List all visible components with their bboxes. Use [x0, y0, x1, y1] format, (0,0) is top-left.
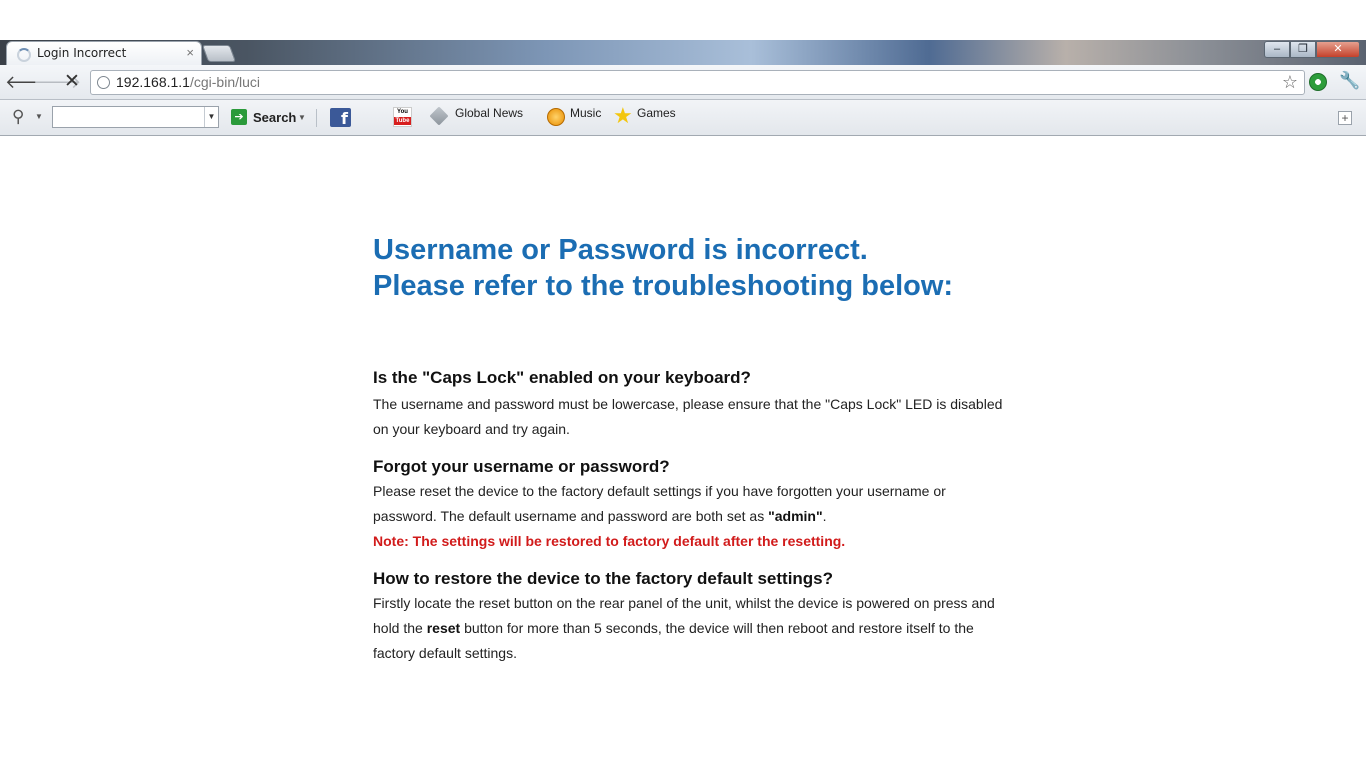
search-toolbar: ⚲ ▼ ▼ ➔ Search ▼ f You Tube Global News … [0, 100, 1366, 136]
toolbar-separator [316, 109, 317, 127]
answer-forgot-credentials: Please reset the device to the factory d… [373, 479, 1003, 529]
maximize-button[interactable]: ❐ [1290, 41, 1316, 58]
url-host: 192.168.1.1 [116, 74, 190, 90]
bookmark-music[interactable]: Music [570, 106, 601, 120]
page-content: Username or Password is incorrect. Pleas… [373, 232, 1003, 666]
bookmark-games[interactable]: Games [637, 106, 676, 120]
search-go-icon: ➔ [231, 109, 247, 125]
section-caps-lock: Is the "Caps Lock" enabled on your keybo… [373, 367, 1003, 442]
youtube-icon-text: You [397, 109, 408, 115]
chevron-down-icon[interactable]: ▼ [35, 112, 43, 121]
stop-button[interactable]: ✕ [61, 71, 83, 93]
question-forgot-credentials: Forgot your username or password? [373, 457, 670, 476]
search-icon[interactable]: ⚲ [12, 107, 24, 127]
search-button-label: Search [253, 110, 297, 125]
bookmark-star-icon[interactable]: ☆ [1282, 72, 1298, 93]
back-button[interactable]: 🡐 [5, 71, 53, 93]
page-info-icon[interactable] [97, 76, 110, 89]
window-controls: – ❐ ✕ [1264, 41, 1360, 59]
toolbar-add-button[interactable]: + [1338, 111, 1352, 125]
extension-icon[interactable] [1309, 73, 1327, 91]
section-forgot-credentials: Forgot your username or password? Please… [373, 456, 1003, 554]
bookmark-global-news[interactable]: Global News [455, 106, 523, 120]
chevron-down-icon: ▼ [298, 113, 306, 122]
games-star-icon: ★ [613, 103, 633, 128]
wrench-menu-icon[interactable]: 🔧 [1339, 71, 1360, 91]
answer-factory-reset: Firstly locate the reset button on the r… [373, 591, 1003, 666]
youtube-icon-text-sub: Tube [394, 117, 411, 125]
headline-line-1: Username or Password is incorrect. [373, 234, 868, 266]
headline-line-2: Please refer to the troubleshooting belo… [373, 270, 954, 302]
question-caps-lock: Is the "Caps Lock" enabled on your keybo… [373, 368, 751, 387]
tab-title: Login Incorrect [37, 46, 127, 60]
global-news-icon [429, 106, 449, 126]
section-factory-reset: How to restore the device to the factory… [373, 568, 1003, 666]
facebook-icon[interactable]: f [330, 108, 351, 128]
navigation-bar: 🡐 🡒 ✕ 192.168.1.1/cgi-bin/luci ☆ 🔧 [0, 65, 1366, 100]
reset-note: Note: The settings will be restored to f… [373, 533, 846, 549]
youtube-icon[interactable]: You Tube [393, 107, 412, 127]
answer-forgot-text: Please reset the device to the factory d… [373, 483, 946, 524]
minimize-button[interactable]: – [1264, 41, 1290, 58]
new-tab-button[interactable] [201, 45, 237, 62]
answer-reset-end: button for more than 5 seconds, the devi… [373, 620, 974, 661]
forward-button[interactable]: 🡒 [33, 71, 81, 93]
tab-strip: Login Incorrect × – ❐ ✕ [0, 40, 1366, 65]
default-credentials: "admin" [768, 508, 823, 524]
answer-forgot-end: . [822, 508, 827, 524]
close-window-button[interactable]: ✕ [1316, 41, 1360, 58]
top-blank-area [0, 0, 1366, 40]
search-dropdown-icon[interactable]: ▼ [204, 107, 218, 127]
loading-spinner-icon [17, 48, 31, 62]
music-icon [547, 108, 565, 126]
question-factory-reset: How to restore the device to the factory… [373, 569, 834, 588]
reset-keyword: reset [426, 620, 461, 636]
address-bar[interactable]: 192.168.1.1/cgi-bin/luci ☆ [90, 70, 1305, 95]
error-headline: Username or Password is incorrect. Pleas… [373, 232, 1003, 304]
tab-close-icon[interactable]: × [186, 45, 194, 61]
toolbar-search-input[interactable]: ▼ [52, 106, 219, 128]
answer-caps-lock: The username and password must be lowerc… [373, 396, 1003, 437]
url-text[interactable]: 192.168.1.1/cgi-bin/luci [116, 74, 260, 90]
url-path: /cgi-bin/luci [189, 74, 260, 90]
tab-login-incorrect[interactable]: Login Incorrect × [6, 41, 202, 65]
